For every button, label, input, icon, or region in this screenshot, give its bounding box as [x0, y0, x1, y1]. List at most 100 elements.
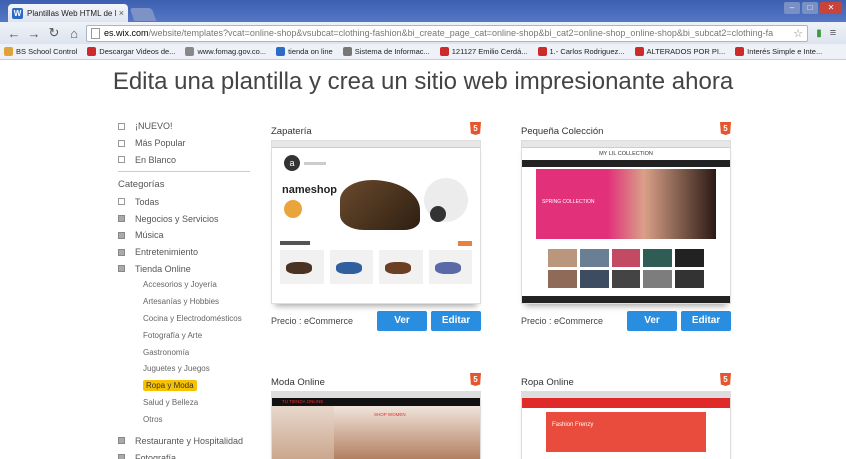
wrench-menu-icon[interactable]: ≡	[826, 27, 840, 39]
subcategory-label: Salud y Belleza	[143, 397, 199, 407]
bookmark-star-icon[interactable]: ☆	[793, 27, 803, 40]
template-thumbnail[interactable]: TU TIENDA ONLINE SHOP WOMEN	[271, 391, 481, 459]
back-icon[interactable]: ←	[6, 26, 22, 41]
subcategory-label: Fotografía y Arte	[143, 330, 203, 340]
template-thumbnail[interactable]: Fashion Frenzy	[521, 391, 731, 459]
subcategory-item[interactable]: Accesorios y Joyería	[118, 277, 258, 294]
template-title: Zapatería	[271, 126, 312, 137]
bookmark-label: Descargar Videos de...	[99, 47, 176, 56]
browser-toolbar: ← → ↻ ⌂ es.wix.com/website/templates?vca…	[0, 22, 846, 44]
bookmark-item[interactable]: 121127 Emilio Cerdá...	[439, 47, 528, 56]
edit-button[interactable]: Editar	[681, 311, 731, 331]
template-title: Pequeña Colección	[521, 126, 604, 137]
wix-icon	[276, 47, 286, 56]
view-button[interactable]: Ver	[377, 311, 427, 331]
bookmark-item[interactable]: www.fomag.gov.co...	[185, 47, 266, 56]
sidebar-item[interactable]: Todas	[118, 193, 258, 210]
sidebar-item-label: Negocios y Servicios	[135, 213, 219, 224]
bookmark-label: BS School Control	[16, 47, 78, 56]
sidebar-item-label: Entretenimiento	[135, 247, 199, 258]
bookmark-item[interactable]: Descargar Videos de...	[87, 47, 175, 56]
html5-badge-icon: 5	[720, 122, 731, 135]
bookmark-item[interactable]: Interés Simple e Inte...	[735, 47, 822, 56]
category-sidebar: ¡NUEVO! Más Popular En Blanco Categorías Tod…	[118, 118, 258, 459]
sidebar-item[interactable]: Restaurante y Hospitalidad	[118, 433, 258, 450]
subcategory-item[interactable]: Juguetes y Juegos	[118, 361, 258, 378]
subcategory-item[interactable]: Gastronomía	[118, 345, 258, 362]
expand-square-icon	[118, 437, 125, 445]
window-controls: – □ ✕	[784, 2, 842, 14]
sidebar-item[interactable]: Tienda Online	[118, 261, 258, 278]
subcategory-label: Ropa y Moda	[143, 380, 197, 392]
bookmark-item[interactable]: ALTERADOS POR PI...	[634, 47, 726, 56]
checkbox-icon	[118, 139, 125, 147]
bookmark-item[interactable]: 1.- Carlos Rodriguez...	[537, 47, 625, 56]
subcategory-label: Gastronomía	[143, 347, 190, 357]
expand-square-icon	[118, 231, 125, 239]
subcategory-item[interactable]: Salud y Belleza	[118, 395, 258, 412]
expand-square-icon	[118, 265, 125, 273]
template-thumbnail[interactable]: a nameshop	[271, 140, 481, 304]
checkbox-icon	[118, 156, 125, 164]
sidebar-item[interactable]: Más Popular	[118, 135, 258, 152]
extension-icon[interactable]: ▮	[812, 28, 826, 39]
bookmark-item[interactable]: BS School Control	[4, 47, 77, 56]
browser-tab[interactable]: W Plantillas Web HTML de M ×	[8, 4, 128, 22]
address-bar[interactable]: es.wix.com/website/templates?vcat=online…	[86, 24, 808, 42]
edit-button[interactable]: Editar	[431, 311, 481, 331]
html5-badge-icon: 5	[470, 373, 481, 386]
bookmark-label: 121127 Emilio Cerdá...	[451, 47, 528, 56]
sidebar-item[interactable]: Negocios y Servicios	[118, 210, 258, 227]
tab-title: Plantillas Web HTML de M	[27, 8, 116, 18]
thumb-banner: Fashion Frenzy	[552, 422, 594, 428]
sidebar-item-label: Restaurante y Hospitalidad	[135, 435, 244, 446]
subcategory-label: Accesorios y Joyería	[143, 280, 217, 290]
subcategory-item[interactable]: Ropa y Moda	[118, 378, 258, 395]
youtube-icon	[439, 47, 449, 56]
subcategory-item[interactable]: Cocina y Electrodomésticos	[118, 311, 258, 328]
subcategory-item[interactable]: Fotografía y Arte	[118, 328, 258, 345]
sidebar-item-label: En Blanco	[135, 154, 177, 165]
template-thumbnail[interactable]: MY LIL COLLECTION SPRING COLLECTION	[521, 140, 731, 304]
sidebar-item[interactable]: Música	[118, 227, 258, 244]
window-close-icon[interactable]: ✕	[820, 2, 842, 14]
bookmarks-bar: BS School Control Descargar Videos de... w…	[0, 44, 846, 60]
page-icon	[185, 47, 195, 56]
wix-favicon-icon: W	[12, 7, 23, 19]
thumb-brand: nameshop	[282, 184, 338, 196]
bookmark-label: www.fomag.gov.co...	[197, 47, 267, 56]
sidebar-item[interactable]: ¡NUEVO!	[118, 118, 258, 135]
bookmark-item[interactable]: Sistema de Informac...	[342, 47, 430, 56]
template-card: Pequeña Colección 5 MY LIL COLLECTION SP…	[521, 122, 731, 334]
bookmark-item[interactable]: tienda on line	[276, 47, 333, 56]
sidebar-item[interactable]: Entretenimiento	[118, 244, 258, 261]
subcategory-label: Artesanías y Hobbies	[143, 297, 220, 307]
sidebar-item-label: ¡NUEVO!	[135, 121, 173, 132]
thumb-banner: SHOP WOMEN	[374, 412, 406, 417]
thumb-brand: TU TIENDA ONLINE	[272, 398, 480, 406]
maximize-icon[interactable]: □	[802, 2, 818, 14]
subcategory-item[interactable]: Otros	[118, 412, 258, 429]
browser-titlebar: W Plantillas Web HTML de M × – □ ✕	[0, 0, 846, 22]
checkbox-icon	[118, 198, 125, 206]
bookmark-label: ALTERADOS POR PI...	[646, 47, 726, 56]
html5-badge-icon: 5	[470, 122, 481, 135]
template-price: Precio : eCommerce	[271, 316, 354, 326]
new-tab-button[interactable]	[129, 8, 157, 21]
bookmark-label: 1.- Carlos Rodriguez...	[549, 47, 625, 56]
subcategory-label: Juguetes y Juegos	[143, 364, 210, 374]
sidebar-item[interactable]: En Blanco	[118, 152, 258, 169]
youtube-icon	[735, 47, 745, 56]
tab-close-icon[interactable]: ×	[119, 8, 124, 18]
home-icon[interactable]: ⌂	[66, 26, 82, 41]
sidebar-item[interactable]: Fotografía	[118, 449, 258, 459]
forward-icon[interactable]: →	[26, 26, 42, 41]
subcategory-item[interactable]: Artesanías y Hobbies	[118, 294, 258, 311]
sidebar-item-label: Más Popular	[135, 138, 186, 149]
reload-icon[interactable]: ↻	[46, 25, 62, 41]
bookmark-label: tienda on line	[288, 47, 333, 56]
sidebar-item-label: Música	[135, 230, 164, 241]
template-title: Ropa Online	[521, 377, 574, 388]
view-button[interactable]: Ver	[627, 311, 677, 331]
minimize-icon[interactable]: –	[784, 2, 800, 14]
